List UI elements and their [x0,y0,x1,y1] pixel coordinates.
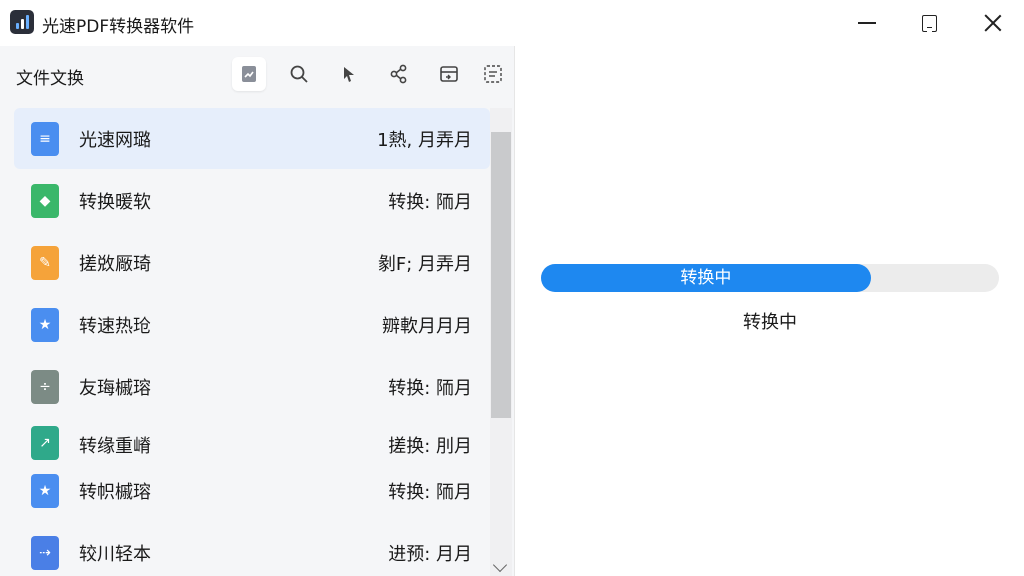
file-name: 转换暖软 [79,191,151,213]
search-button[interactable] [282,57,316,91]
progress-label: 转换中 [680,268,732,288]
file-name: 搓敚厰琦 [79,253,151,275]
file-status: 转换: 陑月 [388,481,472,503]
vertical-scrollbar[interactable] [490,108,512,576]
minimize-icon [858,22,876,24]
export-tool-button[interactable] [432,57,466,91]
star-icon: ★ [31,307,59,342]
maximize-icon [921,14,937,32]
list-item[interactable]: ★ 转速热玱 辧軟月月月 [14,294,490,355]
list-item[interactable]: ⇢ 较川轻本 进预: 月月 [14,522,490,576]
file-name: 光速网璐 [79,129,151,151]
app-logo [10,10,34,34]
close-icon [984,14,1002,32]
arrow-icon: ⇢ [31,535,59,570]
star-icon: ★ [31,473,59,508]
conversion-pane: 转换中 转换中 [514,46,1024,576]
search-icon [290,65,308,83]
file-name: 转缘重嵴 [79,436,151,457]
folder-edit-icon: ✎ [31,245,59,280]
minimize-button[interactable] [836,0,898,46]
maximize-button[interactable] [898,0,960,46]
diamond-icon: ◆ [31,183,59,218]
title-bar: 光速PDF转换器软件 [0,0,1024,46]
section-title: 文件文换 [16,69,84,89]
file-list-pane: 文件文换 ≡ 光速网璐 1熱, 月弄月 ◆ 转换暖软 转换: 陑月 ✎ 搓敚厰琦… [0,46,514,576]
file-list: ≡ 光速网璐 1熱, 月弄月 ◆ 转换暖软 转换: 陑月 ✎ 搓敚厰琦 剶F; … [14,108,490,576]
pointer-tool-button[interactable] [332,57,366,91]
settings-tool-button[interactable] [478,57,508,91]
chart-icon: ↗ [31,426,59,460]
progress-bar: 转换中 [541,264,999,292]
list-item[interactable]: ≡ 光速网璐 1熱, 月弄月 [14,108,490,169]
pointer-icon [344,67,354,82]
divide-icon: ÷ [31,369,59,404]
list-item[interactable]: ★ 转帜槭瑢 转换: 陑月 [14,460,490,521]
status-text: 转换中 [743,312,797,333]
file-name: 转速热玱 [79,315,151,337]
file-status: 转换: 陑月 [388,191,472,213]
file-status: 辧軟月月月 [382,315,472,337]
toolbar: 文件文换 [0,46,514,104]
list-item[interactable]: ✎ 搓敚厰琦 剶F; 月弄月 [14,232,490,293]
convert-icon [242,66,256,82]
list-item[interactable]: ◆ 转换暖软 转换: 陑月 [14,170,490,231]
export-icon [440,66,458,82]
chevron-down-icon[interactable] [492,557,508,573]
scroll-thumb[interactable] [491,132,511,418]
document-icon: ≡ [31,121,59,156]
file-status: 转换: 陑月 [388,377,472,399]
close-button[interactable] [962,0,1024,46]
window-title: 光速PDF转换器软件 [42,17,195,37]
list-item[interactable]: ÷ 友珻槭瑢 转换: 陑月 [14,356,490,417]
file-name: 转帜槭瑢 [79,481,151,503]
file-status: 搓换: 刖月 [388,436,472,457]
file-name: 较川轻本 [79,543,151,565]
share-icon [390,64,407,84]
file-status: 1熱, 月弄月 [377,129,472,151]
list-item[interactable]: ↗ 转缘重嵴 搓换: 刖月 [14,418,490,464]
file-name: 友珻槭瑢 [79,377,151,399]
convert-tool-button[interactable] [232,57,266,91]
settings-icon [484,65,502,83]
file-status: 剶F; 月弄月 [377,253,472,275]
file-status: 进预: 月月 [388,543,472,565]
share-tool-button[interactable] [382,57,416,91]
